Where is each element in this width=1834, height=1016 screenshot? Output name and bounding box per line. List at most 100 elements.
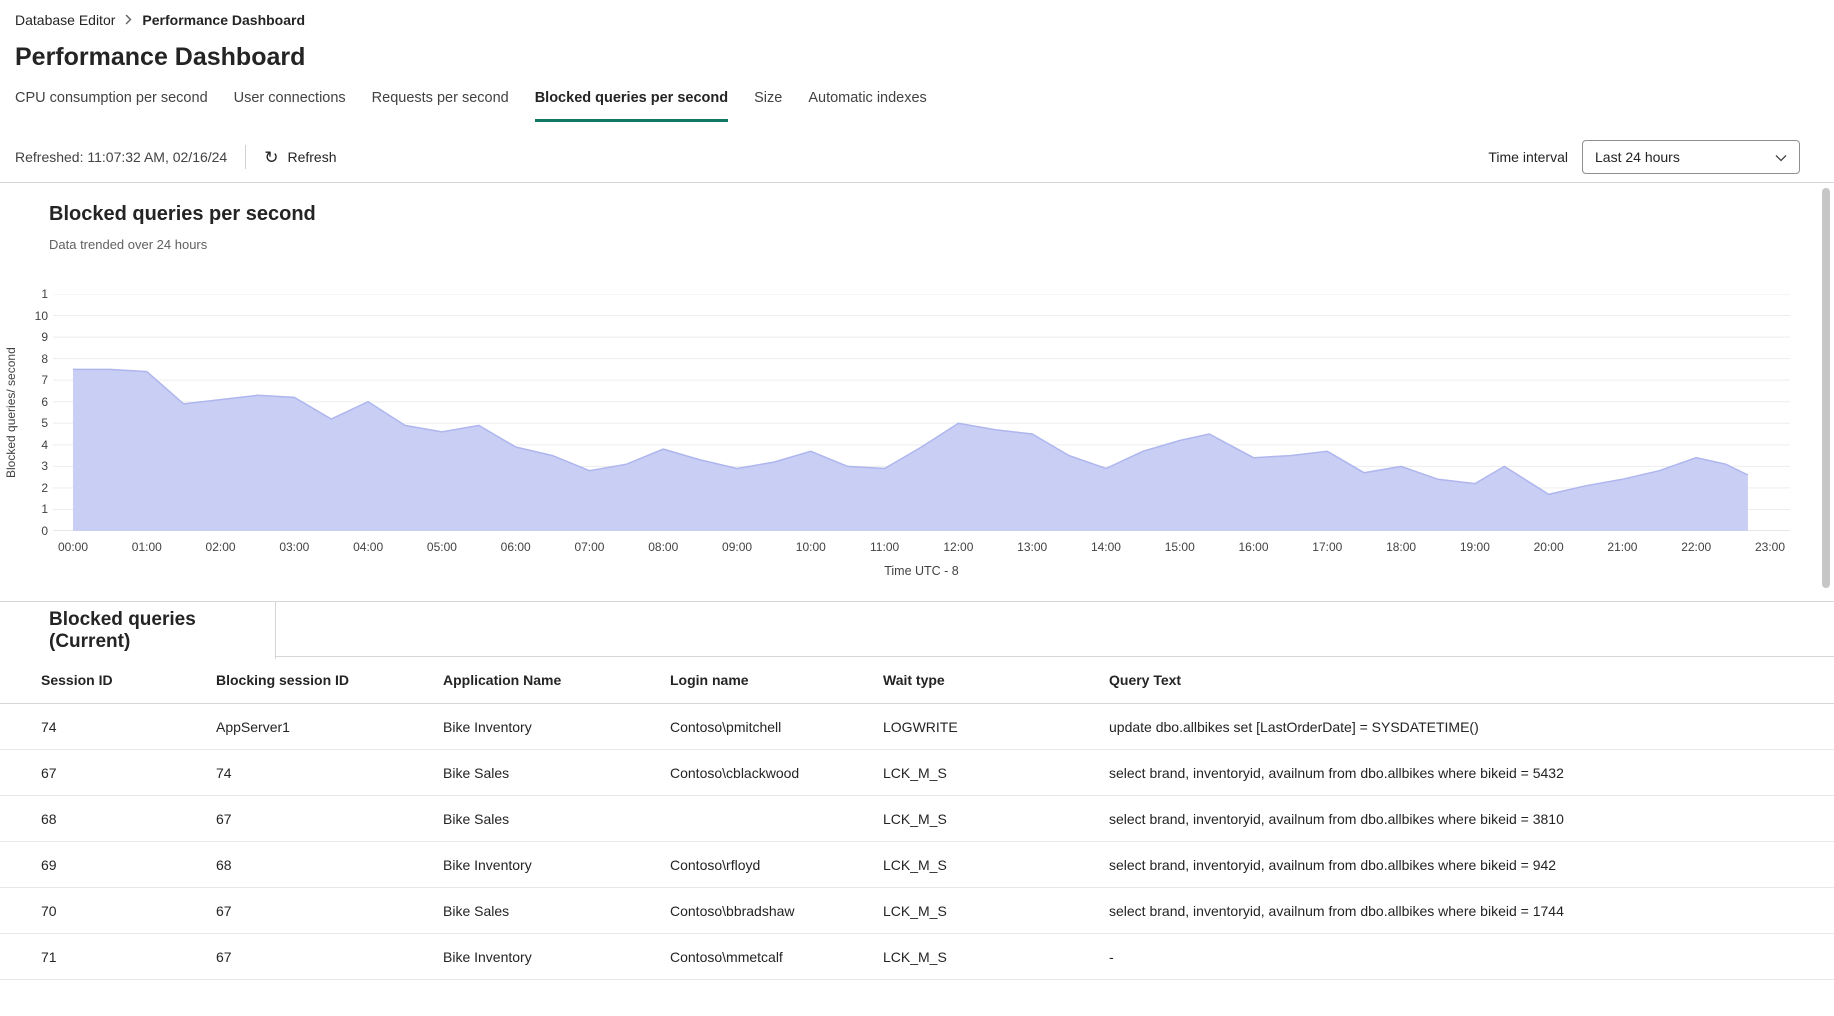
x-tick-label: 08:00 (648, 539, 678, 555)
table-cell: Bike Sales (443, 765, 670, 781)
tab-automatic-indexes[interactable]: Automatic indexes (808, 90, 926, 122)
table-cell: LCK_M_S (883, 765, 1109, 781)
refreshed-timestamp: Refreshed: 11:07:32 AM, 02/16/24 (15, 149, 227, 165)
table-cell: select brand, inventoryid, availnum from… (1109, 903, 1834, 919)
x-tick-label: 12:00 (943, 539, 973, 555)
x-tick-label: 05:00 (427, 539, 457, 555)
x-tick-label: 03:00 (279, 539, 309, 555)
table-cell: 67 (216, 949, 443, 965)
table-cell: LCK_M_S (883, 811, 1109, 827)
y-tick-label: 8 (41, 351, 48, 367)
tab-blocked-queries-per-second[interactable]: Blocked queries per second (535, 90, 728, 122)
x-tick-label: 16:00 (1239, 539, 1269, 555)
tab-requests-per-second[interactable]: Requests per second (372, 90, 509, 122)
column-header: Login name (670, 672, 883, 688)
x-axis-ticks: 00:0001:0002:0003:0004:0005:0006:0007:00… (53, 539, 1790, 555)
x-tick-label: 00:00 (58, 539, 88, 555)
y-tick-label: 3 (41, 458, 48, 474)
table-cell: LOGWRITE (883, 719, 1109, 735)
column-header: Session ID (41, 672, 216, 688)
refresh-button-label: Refresh (287, 149, 336, 165)
time-interval-label: Time interval (1488, 149, 1568, 165)
x-tick-label: 02:00 (206, 539, 236, 555)
x-tick-label: 14:00 (1091, 539, 1121, 555)
table-cell: 67 (216, 903, 443, 919)
y-tick-label: 5 (41, 415, 48, 431)
table-cell: 69 (41, 857, 216, 873)
table-cell: LCK_M_S (883, 903, 1109, 919)
table-cell: Bike Inventory (443, 949, 670, 965)
y-tick-label: 0 (41, 523, 48, 539)
tab-blocked-queries-current[interactable]: Blocked queries (Current) (0, 602, 276, 659)
y-tick-label: 1 (41, 286, 48, 302)
table-cell: update dbo.allbikes set [LastOrderDate] … (1109, 719, 1834, 735)
x-tick-label: 17:00 (1312, 539, 1342, 555)
x-tick-label: 20:00 (1534, 539, 1564, 555)
table-cell: 67 (41, 765, 216, 781)
table-cell: 68 (216, 857, 443, 873)
y-tick-label: 2 (41, 480, 48, 496)
table-cell: Contoso\bbradshaw (670, 903, 883, 919)
column-header: Wait type (883, 672, 1109, 688)
x-tick-label: 04:00 (353, 539, 383, 555)
breadcrumb-item-database-editor[interactable]: Database Editor (15, 12, 115, 28)
y-tick-label: 1 (41, 501, 48, 517)
x-tick-label: 09:00 (722, 539, 752, 555)
refresh-button[interactable]: ↻ Refresh (264, 149, 336, 166)
x-tick-label: 23:00 (1755, 539, 1785, 555)
area-chart (53, 294, 1790, 531)
table-cell: Bike Inventory (443, 719, 670, 735)
toolbar-divider (245, 145, 246, 169)
scrollbar-thumb[interactable] (1822, 188, 1830, 588)
tab-bar: CPU consumption per second User connectio… (0, 90, 1834, 122)
table-cell: Contoso\mmetcalf (670, 949, 883, 965)
x-tick-label: 11:00 (870, 539, 899, 555)
tab-cpu-consumption-per-second[interactable]: CPU consumption per second (15, 90, 208, 122)
x-tick-label: 07:00 (574, 539, 604, 555)
toolbar: Refreshed: 11:07:32 AM, 02/16/24 ↻ Refre… (0, 132, 1834, 182)
x-tick-label: 19:00 (1460, 539, 1490, 555)
chart-title: Blocked queries per second (49, 203, 316, 226)
table-cell: Contoso\cblackwood (670, 765, 883, 781)
chevron-down-icon (1775, 149, 1787, 165)
section-tab-bar: Blocked queries (Current) (0, 601, 1834, 657)
y-tick-label: 6 (41, 394, 48, 410)
x-tick-label: 06:00 (501, 539, 531, 555)
tab-user-connections[interactable]: User connections (234, 90, 346, 122)
table-row: 6968Bike InventoryContoso\rfloydLCK_M_Ss… (0, 842, 1834, 888)
table-row: 6774Bike SalesContoso\cblackwoodLCK_M_Ss… (0, 750, 1834, 796)
table-header: Session IDBlocking session IDApplication… (0, 657, 1834, 704)
table-row: 74AppServer1Bike InventoryContoso\pmitch… (0, 704, 1834, 750)
table-row: 7167Bike InventoryContoso\mmetcalfLCK_M_… (0, 934, 1834, 980)
table-row: 6867Bike Sales LCK_M_Sselect brand, inven… (0, 796, 1834, 842)
table-row: 7067Bike SalesContoso\bbradshawLCK_M_Sse… (0, 888, 1834, 934)
table-cell: Bike Sales (443, 811, 670, 827)
y-axis-ticks: 1109876543210 (22, 294, 48, 531)
tab-size[interactable]: Size (754, 90, 782, 122)
table-body: 74AppServer1Bike InventoryContoso\pmitch… (0, 704, 1834, 980)
table-cell: Bike Inventory (443, 857, 670, 873)
table-cell: select brand, inventoryid, availnum from… (1109, 811, 1834, 827)
breadcrumb: Database Editor Performance Dashboard (0, 0, 1834, 30)
section-tab-label: Blocked queries (Current) (49, 609, 275, 653)
chart-card: Blocked queries per second Data trended … (0, 183, 1834, 601)
vertical-scrollbar[interactable] (1821, 182, 1832, 1010)
refresh-icon: ↻ (264, 149, 278, 166)
table-cell: 74 (41, 719, 216, 735)
chart-subtitle: Data trended over 24 hours (49, 237, 207, 252)
table-cell: 68 (41, 811, 216, 827)
x-tick-label: 10:00 (796, 539, 826, 555)
toolbar-right: Time interval Last 24 hours (1488, 140, 1800, 174)
table-cell: 67 (216, 811, 443, 827)
table-cell: Contoso\rfloyd (670, 857, 883, 873)
y-tick-label: 10 (35, 308, 48, 324)
time-interval-value: Last 24 hours (1595, 149, 1680, 165)
table-cell: LCK_M_S (883, 857, 1109, 873)
column-header: Blocking session ID (216, 672, 443, 688)
page-title: Performance Dashboard (15, 42, 1834, 72)
y-tick-label: 4 (41, 437, 48, 453)
chevron-right-icon (125, 12, 132, 28)
table-cell: select brand, inventoryid, availnum from… (1109, 765, 1834, 781)
column-header: Query Text (1109, 672, 1834, 688)
time-interval-dropdown[interactable]: Last 24 hours (1582, 140, 1800, 174)
